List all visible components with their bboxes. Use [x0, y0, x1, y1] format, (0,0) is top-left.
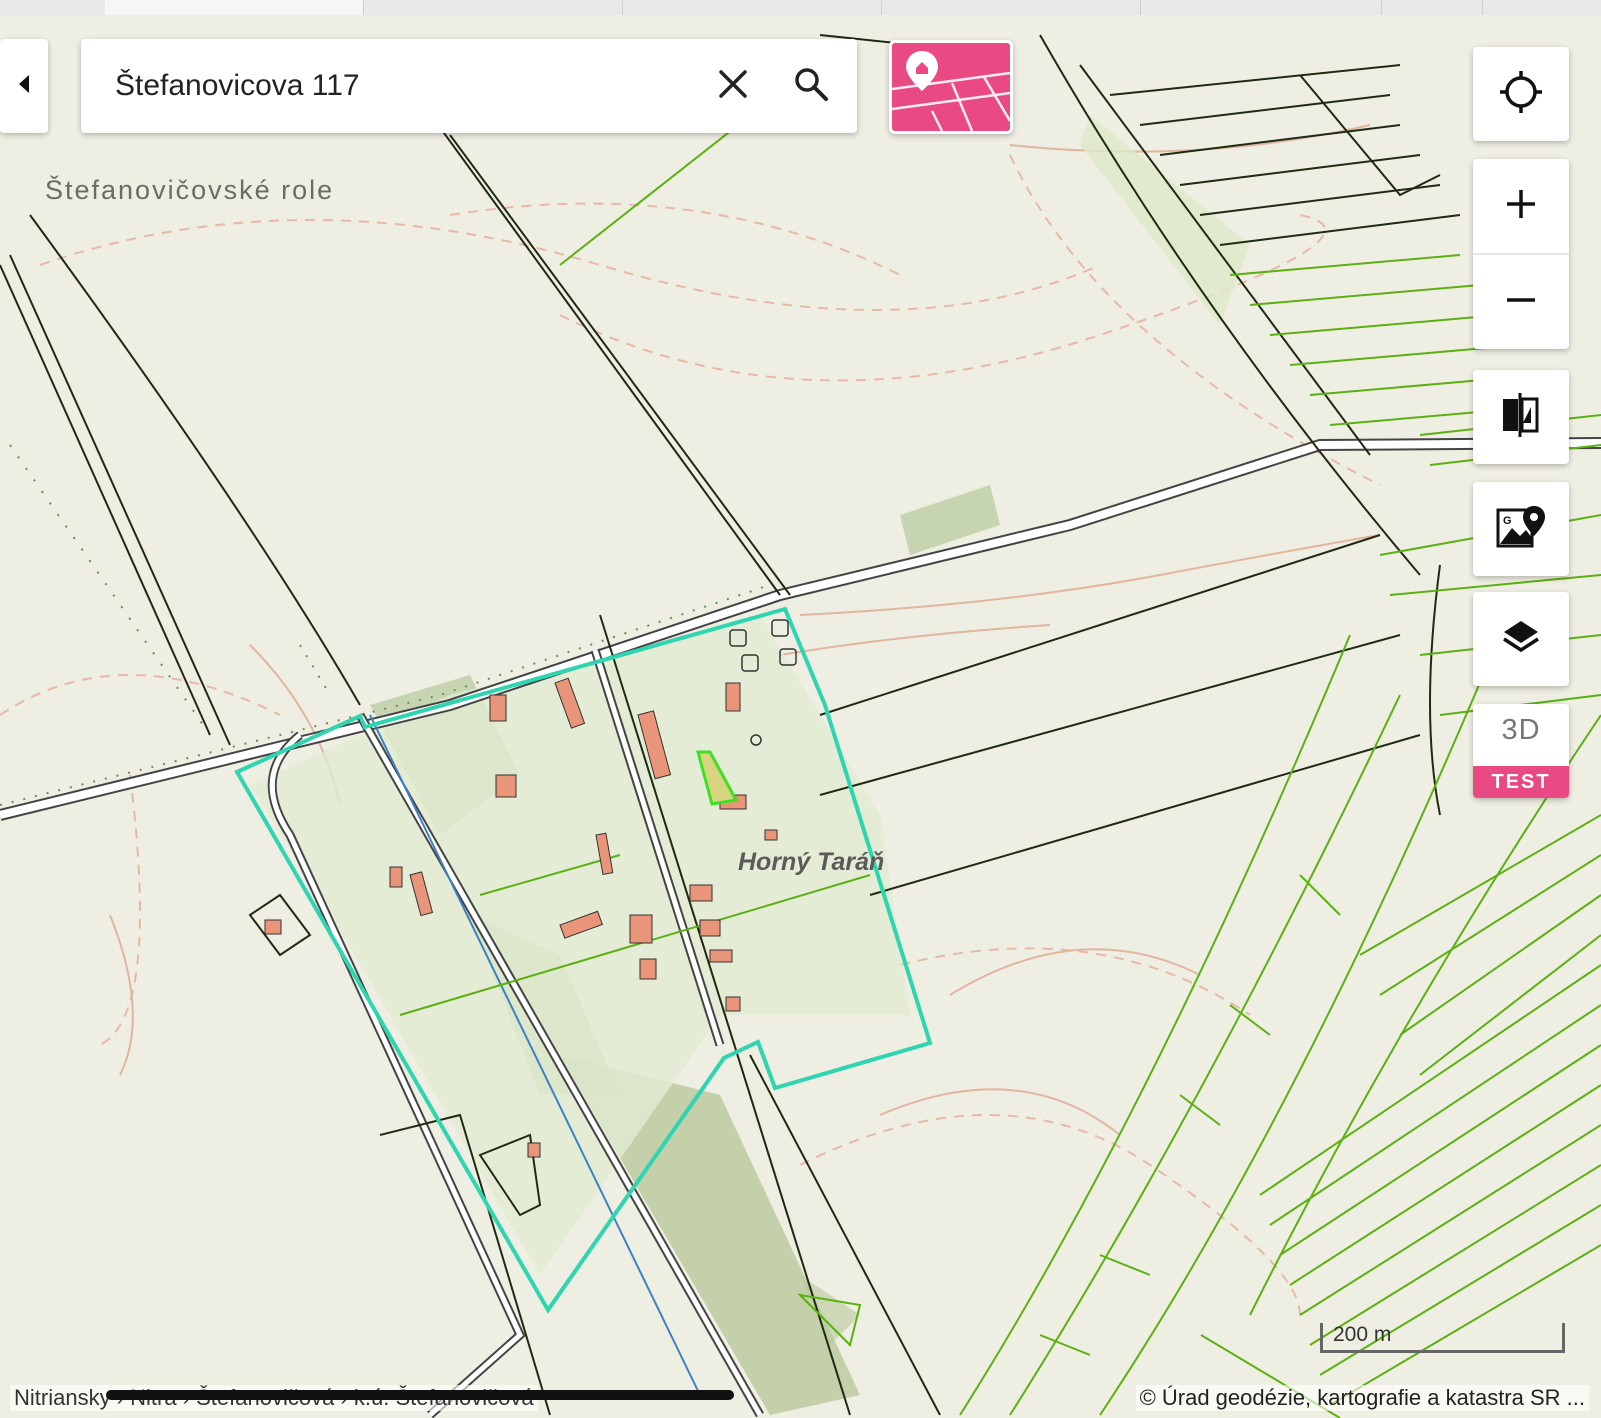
caret-left-icon — [17, 73, 31, 100]
3d-view-button[interactable]: 3D TEST — [1473, 704, 1569, 798]
tab-segment — [105, 0, 364, 15]
3d-label: 3D — [1501, 714, 1541, 746]
search-icon — [793, 66, 829, 107]
tab-segment — [1382, 0, 1483, 15]
locality-label: Štefanovičovské role — [45, 175, 335, 205]
tab-segment — [1141, 0, 1382, 15]
search-bar — [81, 39, 857, 133]
tab-segment — [0, 0, 106, 15]
green-zones — [250, 115, 1250, 1415]
crosshair-icon — [1498, 69, 1544, 120]
minus-icon — [1505, 284, 1537, 321]
test-badge: TEST — [1473, 766, 1569, 798]
tab-segment — [364, 0, 623, 15]
scale-bar: 200 m — [1320, 1323, 1565, 1353]
layers-icon — [1501, 617, 1541, 662]
village-label: Horný Taráň — [738, 848, 885, 876]
search-input[interactable] — [113, 60, 677, 112]
zoom-controls — [1473, 159, 1569, 349]
cadastral-map[interactable] — [0, 15, 1601, 1418]
browser-tab-strip — [0, 0, 1601, 15]
zoom-in-button[interactable] — [1473, 159, 1569, 255]
plus-icon — [1505, 188, 1537, 225]
collapse-panel-button[interactable] — [0, 39, 48, 133]
map-attribution[interactable]: © Úrad geodézie, kartografie a katastra … — [1135, 1385, 1589, 1411]
locate-me-button[interactable] — [1473, 47, 1569, 141]
close-icon — [718, 69, 748, 104]
map-layers-button[interactable] — [1473, 592, 1569, 686]
svg-text:G: G — [1503, 515, 1512, 527]
map-pin-image-icon: G — [1496, 504, 1546, 555]
tab-segment — [623, 0, 882, 15]
parcel-pin-icon — [892, 51, 1010, 131]
clear-search-button[interactable] — [709, 62, 757, 110]
split-compare-icon — [1501, 392, 1541, 442]
scale-label: 200 m — [1333, 1323, 1392, 1346]
compare-maps-button[interactable] — [1473, 370, 1569, 464]
tab-segment — [882, 0, 1141, 15]
home-indicator[interactable] — [106, 1390, 734, 1400]
cadastre-map-button[interactable] — [889, 40, 1013, 134]
zoom-out-button[interactable] — [1473, 255, 1569, 349]
geo-photo-button[interactable]: G — [1473, 482, 1569, 576]
search-button[interactable] — [787, 62, 835, 110]
